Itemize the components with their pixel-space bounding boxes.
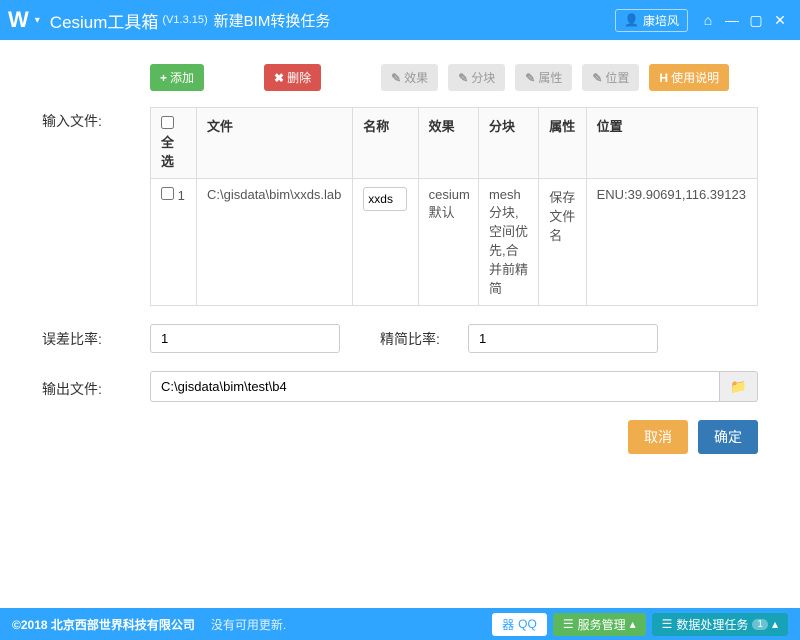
- name-input[interactable]: [363, 187, 407, 211]
- chevron-up-icon: ▴: [630, 617, 636, 631]
- qq-button[interactable]: 器QQ: [492, 613, 547, 636]
- app-version: (V1.3.15): [162, 14, 207, 26]
- edit-icon: ✎: [458, 71, 468, 85]
- statusbar: ©2018 北京西部世界科技有限公司 没有可用更新. 器QQ ☰服务管理▴ ☰数…: [0, 608, 800, 640]
- browse-button[interactable]: 📁: [720, 371, 758, 402]
- list-icon: ☰: [662, 617, 673, 631]
- user-icon: 👤: [624, 13, 639, 27]
- titlebar: W ▾ Cesium工具箱 (V1.3.15) 新建BIM转换任务 👤 康培风 …: [0, 0, 800, 40]
- user-badge[interactable]: 👤 康培风: [615, 9, 688, 32]
- user-name: 康培风: [643, 12, 679, 29]
- edit-icon: ✎: [391, 71, 401, 85]
- page-subtitle: 新建BIM转换任务: [214, 10, 331, 31]
- attr-button[interactable]: ✎属性: [515, 64, 572, 91]
- row-checkbox[interactable]: [161, 187, 174, 200]
- block-button[interactable]: ✎分块: [448, 64, 505, 91]
- col-file: 文件: [197, 108, 353, 179]
- error-ratio-label: 误差比率:: [42, 329, 150, 349]
- cell-position: ENU:39.90691,116.39123: [586, 179, 757, 306]
- file-table: 全选 文件 名称 效果 分块 属性 位置 1 C:\gisdata\bim\xx…: [150, 107, 758, 306]
- minimize-button[interactable]: —: [720, 8, 744, 32]
- folder-icon: 📁: [730, 379, 747, 395]
- list-icon: ☰: [563, 617, 574, 631]
- col-position: 位置: [586, 108, 757, 179]
- copyright: ©2018 北京西部世界科技有限公司: [12, 616, 195, 633]
- help-button[interactable]: H使用说明: [649, 64, 729, 91]
- toolbar: +添加 ✖删除 ✎效果 ✎分块 ✎属性 ✎位置 H使用说明: [42, 64, 758, 91]
- edit-icon: ✎: [592, 71, 602, 85]
- maximize-button[interactable]: ▢: [744, 8, 768, 32]
- table-row[interactable]: 1 C:\gisdata\bim\xxds.lab cesium默认 mesh分…: [151, 179, 758, 306]
- simplify-ratio-input[interactable]: [468, 324, 658, 353]
- simplify-ratio-label: 精简比率:: [380, 329, 468, 349]
- qq-icon: 器: [502, 616, 514, 633]
- col-effect: 效果: [418, 108, 478, 179]
- ok-button[interactable]: 确定: [698, 420, 758, 454]
- position-button[interactable]: ✎位置: [582, 64, 639, 91]
- close-button[interactable]: ✕: [768, 8, 792, 32]
- task-count-badge: 1: [752, 619, 768, 630]
- service-button[interactable]: ☰服务管理▴: [553, 613, 646, 636]
- output-file-label: 输出文件:: [42, 375, 150, 399]
- add-button[interactable]: +添加: [150, 64, 204, 91]
- chevron-up-icon: ▴: [772, 617, 778, 631]
- output-path-input[interactable]: [150, 371, 720, 402]
- update-status: 没有可用更新.: [211, 616, 286, 633]
- app-title: Cesium工具箱: [50, 8, 159, 33]
- edit-icon: ✎: [525, 71, 535, 85]
- cancel-button[interactable]: 取消: [628, 420, 688, 454]
- col-block: 分块: [478, 108, 538, 179]
- col-name: 名称: [353, 108, 418, 179]
- x-icon: ✖: [274, 71, 284, 85]
- select-all-checkbox[interactable]: [161, 116, 174, 129]
- app-logo: W: [8, 7, 29, 33]
- tasks-button[interactable]: ☰数据处理任务1▴: [652, 613, 788, 636]
- effect-button[interactable]: ✎效果: [381, 64, 438, 91]
- col-select: 全选: [151, 108, 197, 179]
- app-menu-caret[interactable]: ▾: [35, 15, 40, 26]
- cell-attr: 保存文件名: [539, 179, 586, 306]
- plus-icon: +: [160, 71, 167, 85]
- error-ratio-input[interactable]: [150, 324, 340, 353]
- cell-block: mesh分块,空间优先,合并前精简: [478, 179, 538, 306]
- delete-button[interactable]: ✖删除: [264, 64, 321, 91]
- help-icon: H: [659, 71, 668, 85]
- cell-file: C:\gisdata\bim\xxds.lab: [197, 179, 353, 306]
- input-file-label: 输入文件:: [42, 107, 150, 131]
- col-attr: 属性: [539, 108, 586, 179]
- cell-effect: cesium默认: [418, 179, 478, 306]
- home-button[interactable]: ⌂: [696, 8, 720, 32]
